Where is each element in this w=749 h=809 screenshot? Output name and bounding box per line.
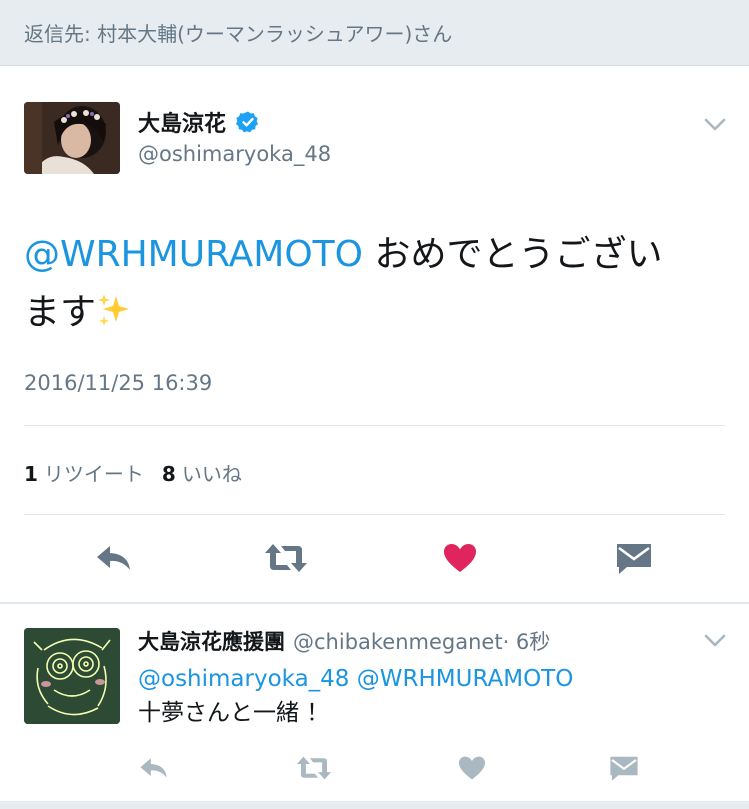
display-name-text: 大島涼花 (138, 112, 227, 137)
reply-body-text: 十夢さんと一緒 ！ (138, 700, 330, 726)
mention-link[interactable]: @oshimaryoka_48 (138, 666, 349, 692)
reply-button[interactable] (136, 752, 172, 784)
reply-actions (0, 752, 749, 788)
retweet-button[interactable] (294, 752, 334, 784)
avatar[interactable] (24, 628, 120, 724)
display-name[interactable]: 大島涼花 (138, 106, 260, 138)
reply-context-bar[interactable]: 返信先: 村本大輔(ウーマンラッシュアワー)さん (0, 0, 749, 66)
divider (24, 514, 725, 515)
tweet-actions (0, 536, 749, 580)
like-button[interactable] (440, 540, 480, 576)
like-button[interactable] (454, 752, 490, 784)
verified-badge-icon (236, 111, 259, 133)
mention-link[interactable]: @WRHMURAMOTO (24, 234, 363, 275)
reply-header: 大島涼花應援團 @chibakenmeganet · 6秒 (138, 626, 550, 656)
avatar-photo (24, 102, 120, 174)
tweet-text: @WRHMURAMOTO おめでとうござい ます (24, 226, 714, 342)
tweet-stats: 1 リツイート 8 いいね (24, 458, 242, 487)
sparkles-emoji (98, 294, 130, 326)
bottom-separator (0, 801, 749, 809)
retweet-stat[interactable]: 1 リツイート (24, 458, 144, 487)
like-stat[interactable]: 8 いいね (162, 458, 242, 487)
reply-user-handle[interactable]: @chibakenmeganet (293, 630, 503, 654)
divider (24, 425, 725, 426)
direct-message-button[interactable] (612, 540, 656, 576)
mention-link[interactable]: @WRHMURAMOTO (357, 666, 574, 692)
retweet-count: 1 (24, 462, 38, 486)
chevron-down-icon[interactable] (704, 634, 726, 648)
tweet-text-line2: ます (24, 292, 97, 333)
reply-context-text: 返信先: 村本大輔(ウーマンラッシュアワー)さん (24, 22, 453, 46)
heart-icon (444, 544, 476, 572)
tweet-timestamp[interactable]: 2016/11/25 16:39 (24, 371, 212, 395)
reply-icon (140, 758, 167, 778)
chevron-down-icon[interactable] (704, 118, 726, 132)
envelope-icon (617, 544, 651, 574)
retweet-label: リツイート (43, 462, 144, 486)
envelope-icon (610, 756, 638, 781)
reply-icon (97, 546, 130, 570)
reply-tweet[interactable]: 大島涼花應援團 @chibakenmeganet · 6秒 @oshimaryo… (0, 604, 749, 809)
reply-button[interactable] (92, 540, 136, 576)
like-count: 8 (161, 462, 176, 486)
like-label: いいね (181, 462, 242, 486)
retweet-icon (296, 756, 332, 780)
reply-display-name[interactable]: 大島涼花應援團 (138, 626, 285, 656)
tweet-text-line1: おめでとうござい (363, 234, 663, 275)
main-tweet: 大島涼花 @oshimaryoka_48 @WRHMURAMOTO おめでとうご… (0, 66, 749, 604)
direct-message-button[interactable] (606, 752, 642, 784)
reply-time[interactable]: · 6秒 (503, 626, 551, 656)
retweet-button[interactable] (262, 540, 310, 576)
reply-tweet-text: @oshimaryoka_48 @WRHMURAMOTO 十夢さんと一緒 ！ (138, 662, 573, 730)
heart-icon (459, 756, 485, 780)
avatar[interactable] (24, 102, 120, 174)
user-handle[interactable]: @oshimaryoka_48 (138, 142, 331, 166)
retweet-icon (265, 544, 307, 572)
avatar-illustration (24, 628, 120, 724)
